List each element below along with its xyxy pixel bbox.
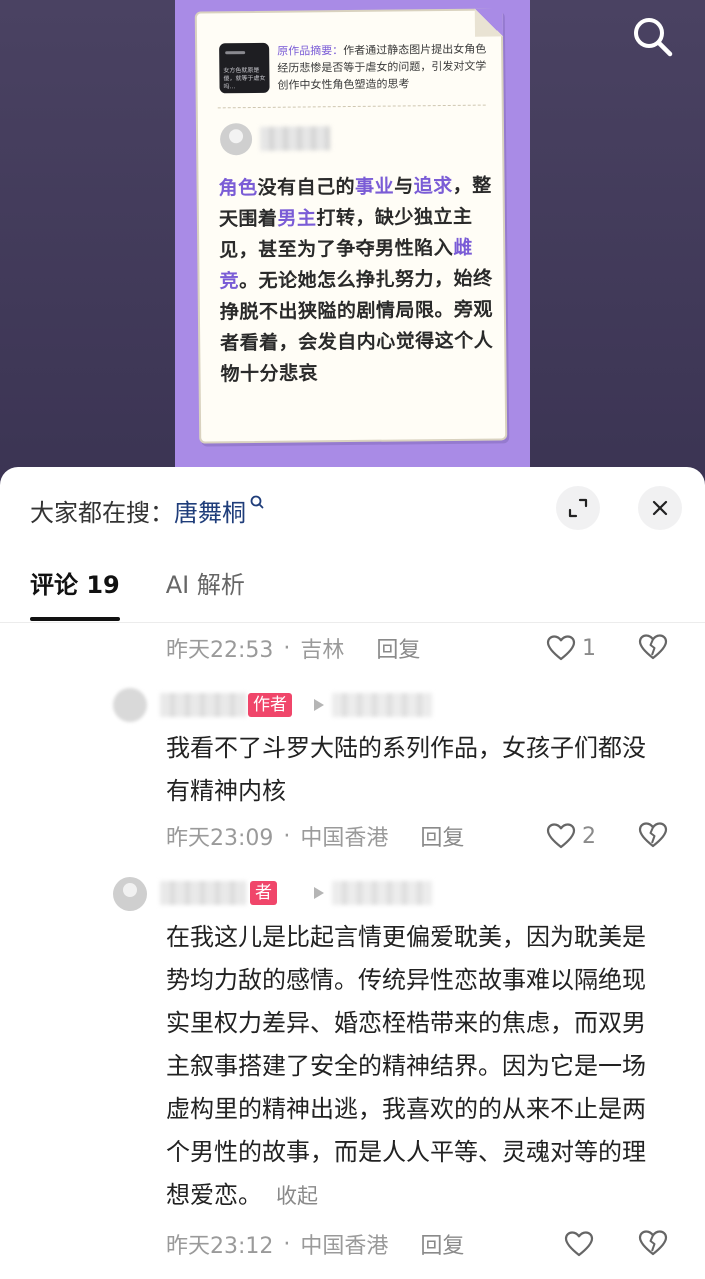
quote-highlight: 事业 xyxy=(355,175,395,198)
dislike-button[interactable] xyxy=(638,633,668,663)
small-search-icon xyxy=(250,495,264,509)
like-button[interactable] xyxy=(564,1229,600,1259)
trending-search[interactable]: 大家都在搜： 唐舞桐 xyxy=(30,489,265,531)
comment-location: 中国香港 xyxy=(300,1234,389,1259)
commenter-avatar[interactable] xyxy=(113,877,147,911)
commenter-name-blurred[interactable] xyxy=(160,881,246,905)
meta-separator: · xyxy=(283,635,291,661)
quote-highlight: 角色 xyxy=(218,176,258,200)
comment-meta: 昨天23:09 · 中国香港 回复 xyxy=(166,820,464,852)
reply-button[interactable]: 回复 xyxy=(420,820,464,852)
collapse-button[interactable]: 收起 xyxy=(276,1184,318,1208)
dislike-button[interactable] xyxy=(638,1229,668,1259)
reply-button[interactable]: 回复 xyxy=(420,1228,464,1260)
heart-icon xyxy=(546,635,576,661)
close-button[interactable] xyxy=(638,486,682,530)
paper-card: 女方色就原是傻，就等于虐女吗... 原作品摘要：作者通过静态图片提出女角色经历悲… xyxy=(194,8,508,444)
original-work-summary: 原作品摘要：作者通过静态图片提出女角色经历悲惨是否等于虐女的问题，引发对文学创作… xyxy=(277,41,488,94)
broken-heart-icon xyxy=(638,1230,668,1256)
quote-segment: 。无论她怎么挣扎努力，始终挣脱不出狭隘的剧情局限。旁观者看着，会发自内心觉得这个… xyxy=(219,267,494,386)
trending-search-prefix: 大家都在搜： xyxy=(30,498,174,527)
comment-time: 昨天22:53 xyxy=(166,638,274,663)
commenter-name-blurred[interactable] xyxy=(160,693,246,717)
tab-ai-analysis[interactable]: AI 解析 xyxy=(166,565,245,601)
commenter-avatar[interactable] xyxy=(113,688,147,722)
comment-time: 昨天23:12 xyxy=(166,1234,274,1259)
poster-avatar xyxy=(219,123,253,156)
comment-location: 中国香港 xyxy=(300,826,389,851)
background-blur-left xyxy=(0,0,175,490)
quote-segment: 没有自己的 xyxy=(257,175,356,199)
active-tab-indicator xyxy=(30,617,120,621)
reply-target-name-blurred[interactable] xyxy=(332,881,432,905)
comment-text-content: 在我这儿是比起言情更偏爱耽美，因为耽美是势均力敌的感情。传统异性恋故事难以隔绝现… xyxy=(166,923,646,1209)
tab-comments[interactable]: 评论 19 xyxy=(30,565,120,601)
author-badge: 作者 xyxy=(248,693,292,717)
comment-text: 我看不了斗罗大陆的系列作品，女孩子们都没有精神内核 xyxy=(166,734,646,805)
reply-to-arrow-icon xyxy=(314,887,324,899)
search-icon xyxy=(634,18,673,57)
reply-to-arrow-icon xyxy=(314,699,324,711)
broken-heart-icon xyxy=(638,822,668,848)
reply-button[interactable]: 回复 xyxy=(376,632,420,664)
like-button[interactable]: 1 xyxy=(546,633,596,663)
close-icon xyxy=(652,500,668,516)
broken-heart-icon xyxy=(638,634,668,660)
original-work-thumbnail: 女方色就原是傻，就等于虐女吗... xyxy=(219,42,270,94)
like-count: 2 xyxy=(582,823,596,849)
quote-segment: 与 xyxy=(394,175,414,198)
author-badge: 者 xyxy=(250,881,277,905)
heart-icon xyxy=(564,1231,594,1257)
poster-username-blurred xyxy=(259,126,331,151)
comment-sheet: 大家都在搜： 唐舞桐 评论 19 AI 解析 昨天22:53 · 吉林 回复 1… xyxy=(0,467,705,1279)
like-button[interactable]: 2 xyxy=(546,821,596,851)
post-image[interactable]: 女方色就原是傻，就等于虐女吗... 原作品摘要：作者通过静态图片提出女角色经历悲… xyxy=(175,0,530,490)
like-count: 1 xyxy=(582,635,596,661)
search-button[interactable] xyxy=(628,12,678,62)
reply-target-name-blurred[interactable] xyxy=(332,693,432,717)
tab-divider xyxy=(0,622,705,623)
heart-icon xyxy=(546,823,576,849)
paper-curl xyxy=(474,8,504,37)
poster-quote: 角色没有自己的事业与追求，整天围着男主打转，缺少独立主见，甚至为了争夺男性陷入雌… xyxy=(218,170,500,390)
tab-bar: 评论 19 AI 解析 xyxy=(30,565,245,601)
expand-icon xyxy=(568,498,588,518)
background-blur-right xyxy=(530,0,705,490)
comment-location: 吉林 xyxy=(300,638,345,663)
trending-search-term[interactable]: 唐舞桐 xyxy=(174,493,246,528)
meta-separator: · xyxy=(283,823,291,849)
thumbnail-text: 女方色就原是傻，就等于虐女吗... xyxy=(223,66,266,91)
thumbnail-line xyxy=(225,51,246,55)
meta-separator: · xyxy=(283,1231,291,1257)
comment-text: 在我这儿是比起言情更偏爱耽美，因为耽美是势均力敌的感情。传统异性恋故事难以隔绝现… xyxy=(166,916,666,1218)
background-image: 女方色就原是傻，就等于虐女吗... 原作品摘要：作者通过静态图片提出女角色经历悲… xyxy=(0,0,705,490)
comment-meta: 昨天23:12 · 中国香港 回复 xyxy=(166,1228,464,1260)
comment-meta: 昨天22:53 · 吉林 回复 xyxy=(166,632,420,664)
summary-label: 原作品摘要： xyxy=(277,44,344,58)
comment-time: 昨天23:09 xyxy=(166,826,274,851)
dislike-button[interactable] xyxy=(638,821,668,851)
quote-highlight: 追求 xyxy=(413,174,453,198)
divider xyxy=(217,104,486,110)
expand-button[interactable] xyxy=(556,486,600,530)
quote-highlight: 男主 xyxy=(277,207,317,230)
